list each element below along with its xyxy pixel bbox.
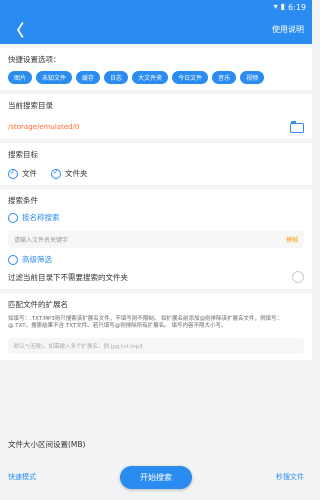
name-search-option[interactable]: 按名称搜索	[8, 212, 304, 223]
keyword-input-row: 请输入文件名关键字 模糊	[8, 231, 304, 248]
condition-label: 搜索条件	[8, 196, 38, 205]
target-folder-label: 文件夹	[65, 169, 88, 178]
skip-folder-row: 过滤当前目录下不需要搜索的文件夹	[8, 271, 304, 283]
skip-folder-label: 过滤当前目录下不需要搜索的文件夹	[8, 272, 128, 282]
check-icon	[8, 212, 18, 223]
target-label: 搜索目标	[8, 150, 38, 159]
advanced-filter-label: 高级筛选	[22, 255, 52, 264]
check-icon	[8, 168, 18, 179]
chip[interactable]: 日志	[104, 71, 129, 84]
current-dir-section: 当前搜索目录 /storage/emulated/0	[0, 94, 312, 139]
fuzzy-toggle[interactable]: 模糊	[286, 235, 298, 244]
target-options: 文件 文件夹	[8, 168, 304, 179]
condition-section: 搜索条件 按名称搜索 请输入文件名关键字 模糊 高级筛选 过滤当前目录下不需要搜…	[0, 189, 312, 289]
chip[interactable]: 未知文件	[36, 71, 73, 84]
quick-chips: 图片 未知文件 缓存 日志 大文件夹 今日文件 音乐 视频	[8, 71, 304, 84]
bottom-bar: 快速模式 开始搜索 秒搜文件	[0, 454, 312, 500]
dir-row: /storage/emulated/0	[8, 121, 304, 133]
folder-icon[interactable]	[290, 121, 304, 133]
time-text: 6:19	[288, 2, 306, 12]
ext-section: 匹配文件的扩展名 如填写：.TXT.MP3则只搜索该扩展名文件，不填写则不限制。…	[0, 293, 312, 360]
keyword-input[interactable]: 请输入文件名关键字	[14, 235, 280, 244]
advanced-row: 高级筛选	[8, 254, 304, 265]
battery-icon: ▮	[280, 2, 286, 11]
start-search-button[interactable]: 开始搜索	[120, 465, 192, 489]
instant-search-button[interactable]: 秒搜文件	[276, 472, 304, 482]
chip[interactable]: 音乐	[212, 71, 237, 84]
ext-description: 如填写：.TXT.MP3则只搜索该扩展名文件，不填写则不限制。 如扩展名前添加@…	[8, 316, 283, 329]
skip-folder-toggle[interactable]	[292, 271, 304, 283]
target-file[interactable]: 文件	[8, 168, 37, 179]
fast-mode-button[interactable]: 快速模式	[8, 472, 36, 482]
check-icon	[8, 254, 18, 265]
ext-label: 匹配文件的扩展名	[8, 300, 68, 309]
back-button[interactable]: 〈	[8, 17, 24, 41]
wifi-icon: ▾	[273, 2, 278, 11]
target-folder[interactable]: 文件夹	[51, 168, 88, 179]
status-bar: ▾ ▮ 6:19	[0, 0, 312, 14]
target-section: 搜索目标 文件 文件夹	[0, 143, 312, 185]
current-dir-label: 当前搜索目录	[8, 101, 53, 110]
chip[interactable]: 视频	[240, 71, 265, 84]
advanced-filter-toggle[interactable]: 高级筛选	[8, 254, 52, 265]
chip[interactable]: 今日文件	[172, 71, 209, 84]
app-bar: 〈 使用说明	[0, 14, 312, 44]
help-link[interactable]: 使用说明	[272, 24, 304, 35]
size-label: 文件大小区间设置(MB)	[8, 440, 86, 449]
current-dir-value[interactable]: /storage/emulated/0	[8, 123, 79, 131]
quick-label: 快捷设置选项：	[8, 55, 61, 64]
chip[interactable]: 大文件夹	[132, 71, 169, 84]
chip[interactable]: 缓存	[76, 71, 101, 84]
quick-settings: 快捷设置选项： 图片 未知文件 缓存 日志 大文件夹 今日文件 音乐 视频	[0, 48, 312, 90]
ext-input[interactable]: 默认*(无限)，如需输入多个扩展名，例.jpg.txt.mp3	[8, 338, 304, 354]
chip[interactable]: 图片	[8, 71, 33, 84]
target-file-label: 文件	[22, 169, 37, 178]
name-search-label: 按名称搜索	[22, 213, 60, 222]
check-icon	[51, 168, 61, 179]
